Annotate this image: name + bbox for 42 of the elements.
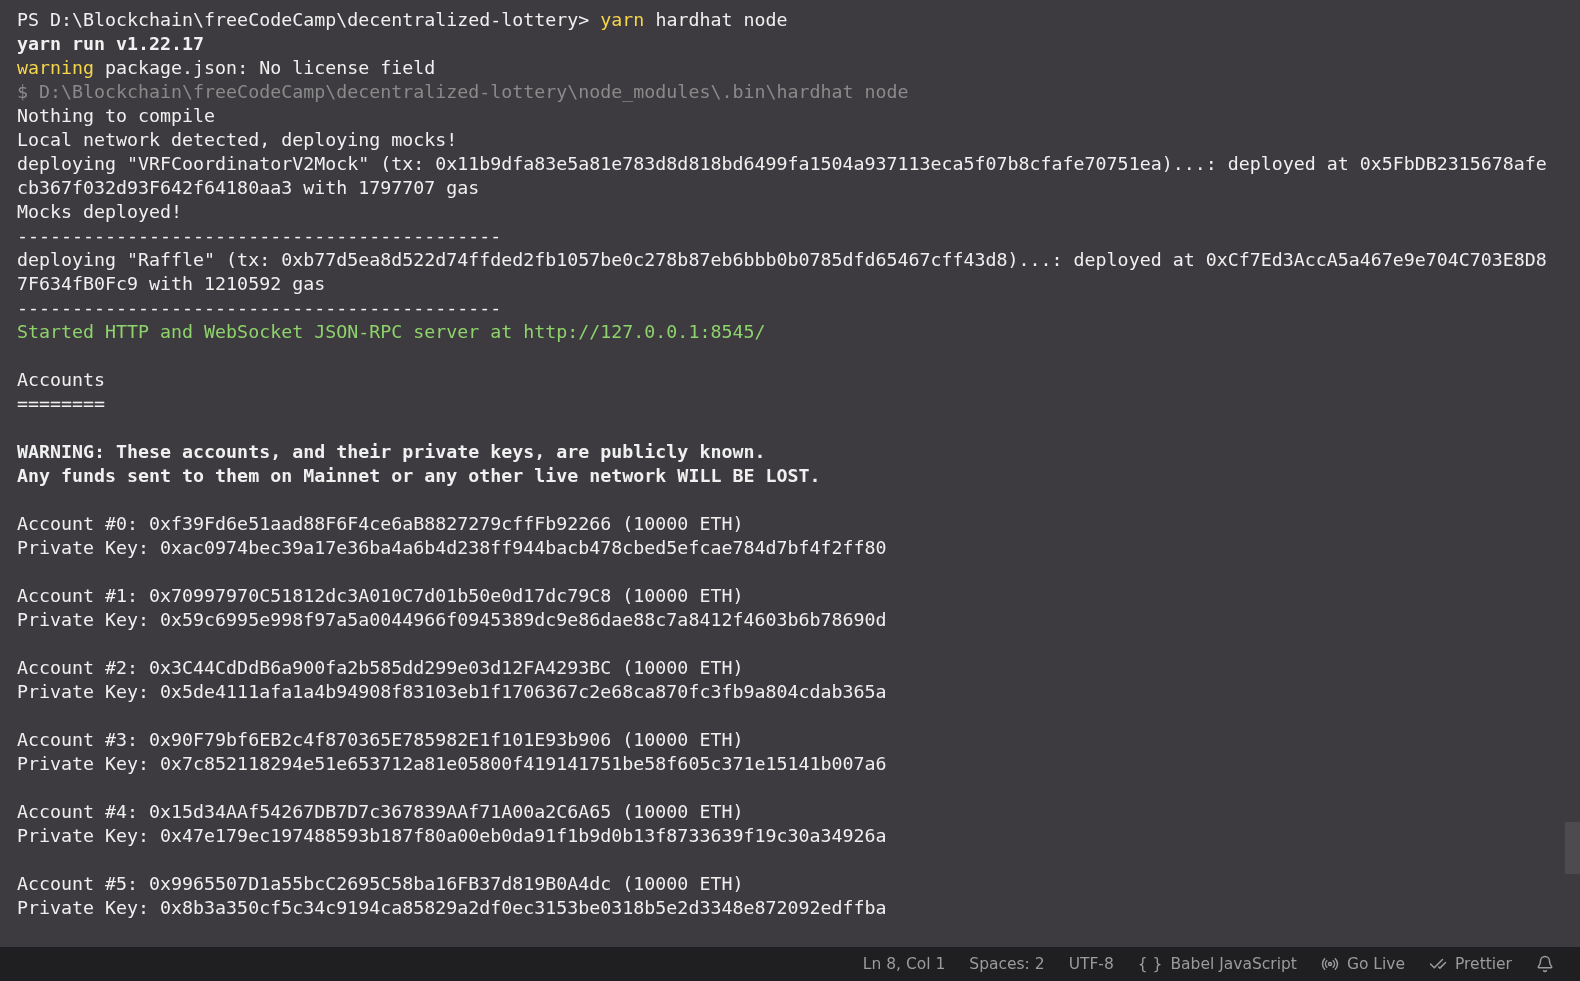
terminal-text: Account #0: 0xf39Fd6e51aad88F6F4ce6aB8827279cffFb92266 (10000 ETH) (17, 512, 744, 536)
braces-icon: { } (1137, 955, 1163, 973)
terminal-text: Mocks deployed! (17, 200, 183, 224)
terminal-text: $ D:\Blockchain\freeCodeCamp\decentralized-lottery\node_modules\.bin\hardhat node (17, 80, 909, 104)
terminal-text: Account #5: 0x9965507D1a55bcC2695C58ba16FB37d819B0A4dc (10000 ETH) (17, 872, 744, 896)
terminal-text: -------------------------------------------- (17, 296, 502, 320)
terminal-text: Private Key: 0xac0974bec39a17e36ba4a6b4d238ff944bacb478cbed5efcae784d7bf4f2ff80 (17, 536, 887, 560)
terminal-text: Accounts (17, 368, 106, 392)
broadcast-icon[interactable] (1320, 955, 1339, 973)
notifications-icon[interactable] (1536, 955, 1554, 973)
terminal-text: Local network detected, deploying mocks! (17, 128, 458, 152)
terminal-text: deploying "VRFCoordinatorV2Mock" (tx: 0x11b9dfa83e5a81e783d8d818bd6499fa1504a937113eca5f07b8cfafe70751ea)...: deployed at 0x5FbDB2315678afe (17, 152, 1547, 176)
language-mode[interactable]: Babel JavaScript (1170, 955, 1297, 973)
terminal-text: Nothing to compile (17, 104, 216, 128)
terminal-text: Account #1: 0x70997970C51812dc3A010C7d01b50e0d17dc79C8 (10000 ETH) (17, 584, 744, 608)
terminal-text: yarn run v1.22.17 (17, 32, 205, 56)
terminal-text: 7F634fB0Fc9 with 1210592 gas (17, 272, 326, 296)
terminal-text: Private Key: 0x7c852118294e51e653712a81e05800f419141751be58f605c371e15141b007a6 (17, 752, 887, 776)
terminal-text: ======== (17, 392, 106, 416)
terminal-text: Private Key: 0x5de4111afa1a4b94908f83103eb1f1706367c2e68ca870fc3fb9a804cdab365a (17, 680, 887, 704)
terminal-text: Private Key: 0x59c6995e998f97a5a0044966f0945389dc9e86dae88c7a8412f4603b6b78690d (17, 608, 887, 632)
terminal-text: Any funds sent to them on Mainnet or any other live network WILL BE LOST. (17, 464, 821, 488)
terminal-text: warning (17, 56, 95, 80)
terminal-text: Account #4: 0x15d34AAf54267DB7D7c367839AAf71A00a2C6A65 (10000 ETH) (17, 800, 744, 824)
terminal-text: WARNING: These accounts, and their private keys, are publicly known. (17, 440, 766, 464)
terminal-text: Private Key: 0x47e179ec197488593b187f80a00eb0da91f1b9d0b13f8733639f19c30a34926a (17, 824, 887, 848)
status-item[interactable]: Ln 8, Col 1 (862, 955, 946, 973)
status-item[interactable]: UTF-8 (1068, 955, 1114, 973)
terminal-text: hardhat node (654, 8, 788, 32)
prettier-status[interactable]: Prettier (1455, 955, 1512, 973)
terminal-text: yarn (600, 8, 645, 32)
go-live-button[interactable]: Go Live (1346, 955, 1405, 973)
terminal-text: Private Key: 0x8b3a350cf5c34c9194ca85829a2df0ec3153be0318b5e2d3348e872092edffba (17, 896, 887, 920)
terminal-text: Started HTTP and WebSocket JSON-RPC server at http://127.0.0.1:8545/ (17, 320, 766, 344)
terminal-text: -------------------------------------------- (17, 224, 502, 248)
terminal-text: Account #3: 0x90F79bf6EB2c4f870365E785982E1f101E93b906 (10000 ETH) (17, 728, 744, 752)
status-item[interactable]: Spaces: 2 (969, 955, 1045, 973)
terminal-text: package.json: No license field (104, 56, 436, 80)
terminal-text: deploying "Raffle" (tx: 0xb77d5ea8d522d74ffded2fb1057be0c278b87eb6bbb0b0785dfd65467cff43d8)...: deployed at 0xCf7Ed3AccA5a467e9e704C703E8D8 (17, 248, 1547, 272)
terminal-text: PS D:\Blockchain\freeCodeCamp\decentralized-lottery> (17, 8, 591, 32)
terminal-text: cb367f032d93F642f64180aa3 with 1797707 gas (17, 176, 480, 200)
terminal-text: Account #2: 0x3C44CdDdB6a900fa2b585dd299e03d12FA4293BC (10000 ETH) (17, 656, 744, 680)
